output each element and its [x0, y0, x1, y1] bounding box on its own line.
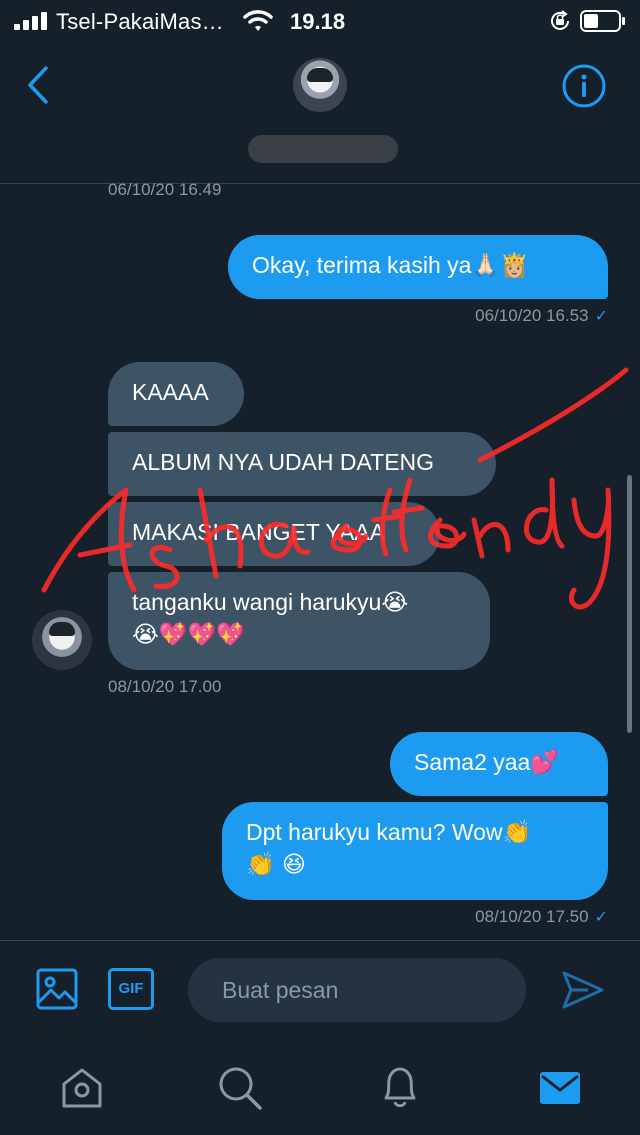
message-text: MAKASI BANGET YAAA: [132, 519, 386, 545]
incoming-message[interactable]: tanganku wangi harukyu😭 😭💖💖💖: [108, 572, 490, 670]
status-time: 19.18: [290, 9, 346, 34]
message-text: tanganku wangi harukyu😭: [132, 589, 409, 615]
message-text: ALBUM NYA UDAH DATENG: [132, 449, 435, 475]
timestamp-text: 08/10/20 17.50: [475, 907, 589, 926]
search-tab[interactable]: [216, 1064, 264, 1112]
outgoing-message[interactable]: Okay, terima kasih ya🙏🏻👸🏼: [228, 235, 608, 299]
outgoing-message[interactable]: Sama2 yaa💕: [390, 732, 608, 796]
message-text: Dpt harukyu kamu? Wow👏: [246, 819, 532, 845]
carrier-name: Tsel-PakaiMas…: [56, 9, 224, 34]
message-timestamp: 08/10/20 17.50 ✓: [380, 907, 608, 927]
wifi-icon: [243, 10, 273, 31]
signal-strength-icon: [14, 12, 48, 30]
scrollbar[interactable]: [627, 475, 632, 733]
gif-button[interactable]: GIF: [108, 968, 154, 1010]
incoming-message[interactable]: MAKASI BANGET YAAA: [108, 502, 440, 566]
messages-tab[interactable]: [536, 1064, 584, 1112]
sent-check-icon: ✓: [594, 909, 608, 926]
conversation-header: [0, 44, 640, 184]
battery-icon: [580, 10, 625, 32]
image-upload-button[interactable]: [36, 968, 78, 1010]
incoming-message[interactable]: KAAAA: [108, 362, 244, 426]
send-button[interactable]: [560, 968, 606, 1012]
message-text: KAAAA: [132, 379, 209, 405]
message-composer: GIF: [0, 940, 640, 1040]
outgoing-message[interactable]: Dpt harukyu kamu? Wow👏 👏 😆: [222, 802, 608, 900]
timestamp-text: 06/10/20 16.53: [475, 306, 589, 325]
message-text: 👏 😆: [246, 852, 306, 878]
message-timestamp: 06/10/20 16.53 ✓: [380, 306, 608, 326]
home-tab[interactable]: [58, 1064, 106, 1112]
message-timestamp: 06/10/20 16.49: [108, 180, 222, 199]
rotation-lock-icon: [551, 10, 569, 30]
info-button[interactable]: [561, 63, 607, 109]
sender-avatar[interactable]: [32, 610, 92, 670]
notifications-tab[interactable]: [376, 1064, 424, 1112]
status-bar: Tsel-PakaiMas… 19.18: [0, 0, 640, 44]
sent-check-icon: ✓: [594, 308, 608, 325]
message-input[interactable]: [188, 958, 526, 1022]
contact-name-redacted: [248, 135, 398, 163]
bottom-tab-bar: [0, 1040, 640, 1135]
contact-avatar[interactable]: [293, 58, 347, 112]
message-text: Sama2 yaa💕: [414, 749, 559, 775]
message-text: Okay, terima kasih ya: [252, 252, 472, 278]
message-text: 😭💖💖💖: [132, 622, 245, 648]
message-timestamp: 08/10/20 17.00: [108, 677, 222, 696]
message-emoji: 🙏🏻👸🏼: [471, 253, 529, 279]
back-button[interactable]: [24, 64, 54, 106]
incoming-message[interactable]: ALBUM NYA UDAH DATENG: [108, 432, 496, 496]
